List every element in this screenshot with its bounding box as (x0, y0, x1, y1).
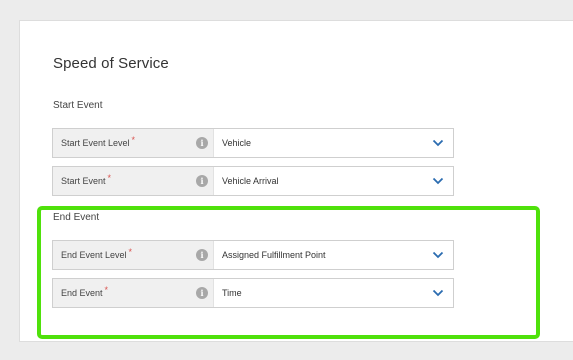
info-icon[interactable]: i (196, 287, 208, 299)
chevron-down-icon[interactable] (432, 139, 444, 147)
info-icon[interactable]: i (196, 175, 208, 187)
info-icon[interactable]: i (196, 137, 208, 149)
chevron-down-icon[interactable] (432, 251, 444, 259)
end-event-level-label: End Event Level * i (53, 241, 214, 269)
select-value: Assigned Fulfillment Point (222, 250, 326, 260)
field-label-text: Start Event (61, 176, 106, 186)
required-marker: * (107, 173, 112, 183)
field-label-text: Start Event Level (61, 138, 130, 148)
start-event-level-field: Start Event Level * i Vehicle (52, 128, 454, 158)
end-event-section-label: End Event (53, 212, 100, 223)
start-event-section-label: Start Event (53, 100, 103, 111)
end-event-field: End Event * i Time (52, 278, 454, 308)
end-event-level-select[interactable]: Assigned Fulfillment Point (214, 241, 453, 269)
end-event-select[interactable]: Time (214, 279, 453, 307)
required-marker: * (128, 247, 133, 257)
info-icon[interactable]: i (196, 249, 208, 261)
chevron-down-icon[interactable] (432, 177, 444, 185)
end-event-level-field: End Event Level * i Assigned Fulfillment… (52, 240, 454, 270)
end-event-label: End Event * i (53, 279, 214, 307)
start-event-level-select[interactable]: Vehicle (214, 129, 453, 157)
select-value: Vehicle (222, 138, 252, 148)
field-label-text: End Event Level (61, 250, 127, 260)
start-event-select[interactable]: Vehicle Arrival (214, 167, 453, 195)
field-label-text: End Event (61, 288, 103, 298)
start-event-label: Start Event * i (53, 167, 214, 195)
chevron-down-icon[interactable] (432, 289, 444, 297)
page-title: Speed of Service (53, 55, 169, 72)
select-value: Time (222, 288, 242, 298)
start-event-field: Start Event * i Vehicle Arrival (52, 166, 454, 196)
required-marker: * (131, 135, 136, 145)
start-event-level-label: Start Event Level * i (53, 129, 214, 157)
select-value: Vehicle Arrival (222, 176, 279, 186)
required-marker: * (104, 285, 109, 295)
